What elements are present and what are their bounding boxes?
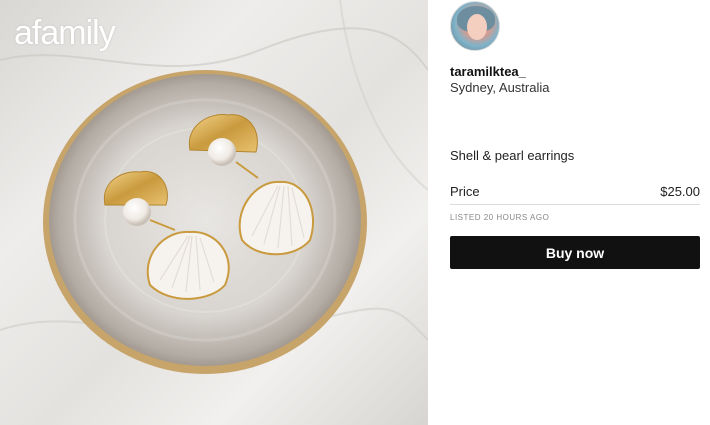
seller-username[interactable]: taramilktea_ xyxy=(450,64,526,79)
listing-info-panel: taramilktea_ Sydney, Australia Shell & p… xyxy=(428,0,710,425)
listed-time: LISTED 20 HOURS AGO xyxy=(450,213,550,222)
price-label: Price xyxy=(450,184,480,199)
buy-now-button[interactable]: Buy now xyxy=(450,236,700,269)
product-title: Shell & pearl earrings xyxy=(450,148,575,163)
afamily-watermark-logo: afamily xyxy=(14,14,116,52)
seller-location: Sydney, Australia xyxy=(450,80,550,95)
price-value: $25.00 xyxy=(660,184,700,199)
product-photo-illustration xyxy=(0,0,428,374)
seller-avatar[interactable] xyxy=(450,1,500,51)
product-photo: afamily xyxy=(0,0,428,425)
avatar-face xyxy=(467,14,487,40)
price-row: Price $25.00 xyxy=(450,183,700,205)
